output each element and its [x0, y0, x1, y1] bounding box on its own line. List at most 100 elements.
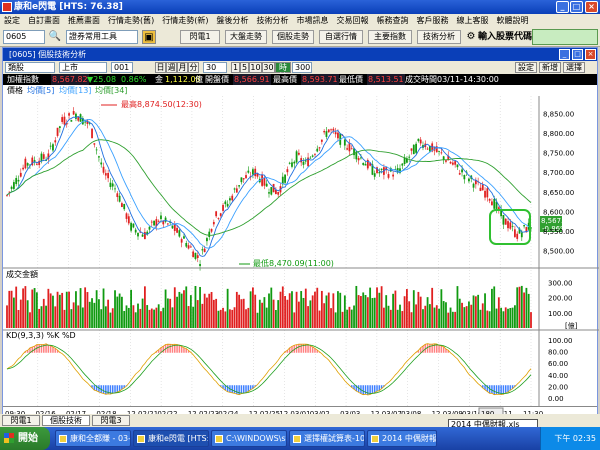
menu-item-market-news[interactable]: 市場訊息	[293, 14, 333, 27]
menu-item-quote-new[interactable]: 行情走勢(新)	[158, 14, 212, 27]
candle-body	[442, 156, 445, 160]
candle-body	[274, 190, 277, 194]
function-code-input[interactable]: 0605	[3, 30, 45, 44]
period-minute-button[interactable]: 分	[188, 62, 199, 73]
min-5-button[interactable]: 5	[240, 62, 249, 73]
minimize-button[interactable]: _	[556, 1, 569, 13]
volume-bar	[431, 287, 434, 328]
close-button[interactable]: ×	[585, 1, 598, 13]
volume-bar	[68, 291, 70, 328]
volume-bar	[238, 294, 241, 328]
legend-ma34[interactable]: 均價[34]	[95, 85, 127, 96]
menu-item-account[interactable]: 帳務查詢	[373, 14, 413, 27]
window-maximize-button[interactable]: □	[572, 49, 583, 60]
candle-body	[387, 174, 390, 178]
period-month-button[interactable]: 月	[177, 62, 188, 73]
candle-body	[118, 195, 121, 202]
volume-bar	[366, 297, 369, 328]
volume-bar	[187, 306, 190, 328]
tech-analysis-window: [0605] 個股技術分析 _ □ × 類股 上市 001 日 週 月 分 30…	[2, 47, 599, 427]
market-select[interactable]: 上市	[59, 62, 107, 73]
period-day-button[interactable]: 日	[155, 62, 166, 73]
volume-bar	[139, 308, 142, 328]
chart-add-button[interactable]: 新增	[539, 62, 561, 73]
min-10-button[interactable]: 10	[249, 62, 262, 73]
task-app-3[interactable]: C:\WINDOWS\syst...	[211, 430, 287, 447]
quote-info-bar: 加權指數 8,567.82 ▼25.08 0.86% 金 1,112.08 億 …	[3, 74, 597, 85]
category-select[interactable]: 類股	[5, 62, 55, 73]
stock-trend-button[interactable]: 個股走勢	[272, 30, 314, 44]
chart-select-button[interactable]: 選擇	[563, 62, 585, 73]
menu-item-online-support[interactable]: 線上客服	[453, 14, 493, 27]
volume-bar	[454, 311, 457, 328]
interval-select[interactable]: 30	[203, 62, 227, 73]
menu-item-settings[interactable]: 設定	[0, 14, 24, 27]
menu-item-after-hours[interactable]: 盤後分析	[213, 14, 253, 27]
tech-analysis-button[interactable]: 技術分析	[417, 30, 461, 44]
candle-body	[502, 215, 505, 225]
stock-code-input[interactable]	[532, 29, 598, 45]
legend-ma5[interactable]: 均價[5]	[27, 85, 54, 96]
window-minimize-button[interactable]: _	[559, 49, 570, 60]
volume-bar	[327, 292, 330, 328]
tab-flash3[interactable]: 閃電3	[92, 415, 130, 426]
menu-item-recommended[interactable]: 推薦畫面	[64, 14, 104, 27]
volume-bar	[281, 286, 284, 328]
task-app-2[interactable]: 康和e閃電 [HTS:...	[133, 430, 209, 447]
volume-bar	[86, 292, 89, 328]
period-week-button[interactable]: 週	[166, 62, 177, 73]
custom-quote-button[interactable]: 自選行情	[319, 30, 363, 44]
common-tools-select[interactable]: 證券常用工具	[66, 30, 138, 44]
volume-bar	[424, 305, 427, 328]
system-tray[interactable]: 下午 02:35	[540, 427, 600, 450]
tab-stock-tech[interactable]: 個股技術	[42, 415, 90, 426]
volume-bar	[164, 289, 167, 328]
volume-bar	[332, 293, 335, 328]
chart-area[interactable]: 最高8,874.50(12:30) 最低8,470.09(11:00) 8,56…	[3, 96, 599, 406]
tab-flash1[interactable]: 閃電1	[2, 415, 40, 426]
candle-body	[104, 173, 107, 176]
volume-bar	[401, 311, 404, 328]
min-30-button[interactable]: 30	[262, 62, 275, 73]
menu-item-trade-report[interactable]: 交易回報	[333, 14, 373, 27]
task-app-5[interactable]: 2014 中偶財報.xls	[367, 430, 437, 447]
candle-body	[245, 175, 247, 179]
candlestick-chart[interactable]: 最高8,874.50(12:30) 最低8,470.09(11:00) 8,56…	[3, 96, 599, 406]
task-app-1[interactable]: 康和全都賺 - 03-...	[55, 430, 131, 447]
min-1-button[interactable]: 1	[231, 62, 240, 73]
chart-settings-button[interactable]: 設定	[515, 62, 537, 73]
volume-bar	[49, 293, 52, 328]
volume-bar	[277, 300, 280, 328]
app-icon	[137, 435, 145, 443]
volume-bar	[279, 291, 282, 328]
volume-bar	[516, 287, 519, 328]
hour-line-button[interactable]: 時線	[275, 62, 291, 81]
candle-body	[153, 220, 155, 226]
task-app-4[interactable]: 選擇權試算表-10...	[289, 430, 365, 447]
candle-body	[224, 201, 227, 205]
big-trend-button[interactable]: 大盤走勢	[225, 30, 267, 44]
code-select[interactable]: 001	[111, 62, 133, 73]
candle-body	[461, 169, 463, 173]
menu-item-help[interactable]: 軟體說明	[493, 14, 533, 27]
start-button[interactable]: 開始	[0, 427, 50, 450]
candle-body	[318, 147, 321, 149]
flash-button[interactable]: 閃電1	[180, 30, 220, 44]
maximize-button[interactable]: □	[570, 1, 583, 13]
legend-ma13[interactable]: 均價[13]	[59, 85, 91, 96]
menu-item-tech-analysis[interactable]: 技術分析	[253, 14, 293, 27]
main-index-button[interactable]: 主要指數	[368, 30, 412, 44]
kd-d-line	[6, 344, 532, 395]
settings-icon[interactable]: ⚙	[464, 30, 478, 44]
candle-body	[268, 192, 270, 194]
candle-body	[314, 154, 316, 156]
volume-bar	[171, 307, 174, 328]
search-icon[interactable]: 🔍	[48, 30, 62, 44]
tools-icon[interactable]: ▣	[142, 30, 156, 44]
count-select[interactable]: 300	[292, 62, 312, 73]
window-close-button[interactable]: ×	[585, 49, 596, 60]
candle-body	[114, 188, 116, 190]
menu-item-quote-old[interactable]: 行情走勢(舊)	[104, 14, 158, 27]
menu-item-custom-screen[interactable]: 自訂畫面	[24, 14, 64, 27]
menu-item-service[interactable]: 客戶服務	[413, 14, 453, 27]
